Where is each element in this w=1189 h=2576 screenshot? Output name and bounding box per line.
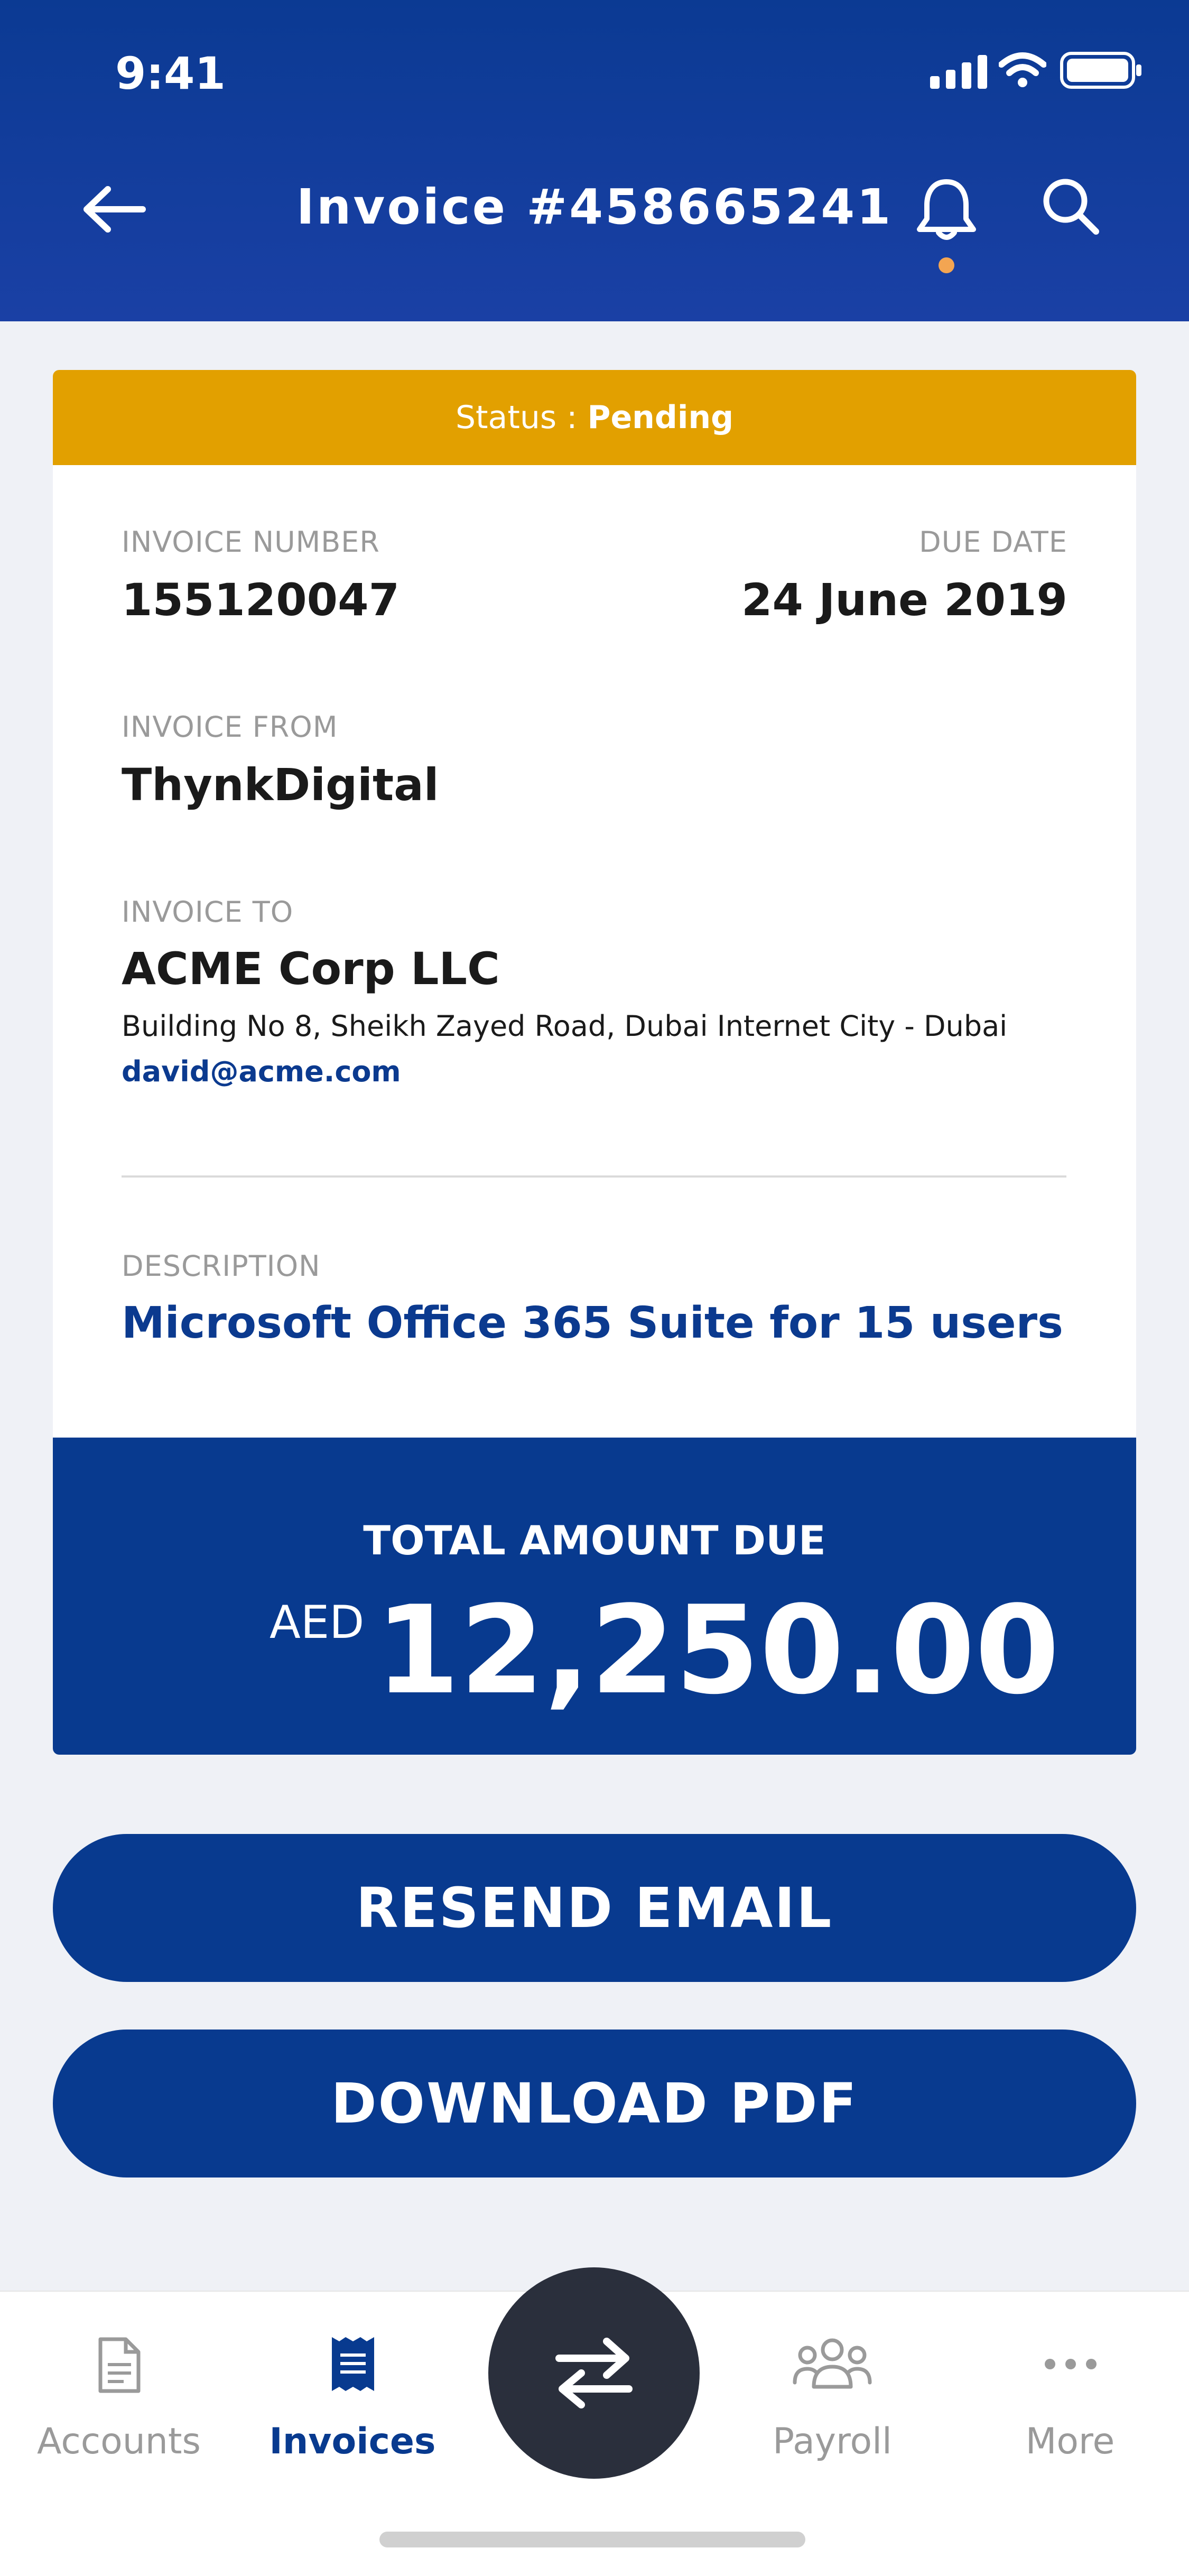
invoice-number-label: INVOICE NUMBER bbox=[122, 525, 380, 559]
invoice-from-value: ThynkDigital bbox=[122, 759, 439, 811]
battery-icon bbox=[1060, 52, 1141, 89]
transfer-icon[interactable] bbox=[552, 2336, 636, 2410]
invoice-to-label: INVOICE TO bbox=[122, 895, 294, 929]
due-date-value: 24 June 2019 bbox=[741, 574, 1067, 626]
search-icon[interactable] bbox=[1039, 174, 1102, 238]
description-value: Microsoft Office 365 Suite for 15 users bbox=[122, 1298, 1063, 1348]
invoice-from-label: INVOICE FROM bbox=[122, 710, 338, 744]
divider bbox=[122, 1175, 1066, 1178]
page-title: Invoice #458665241 bbox=[296, 179, 893, 235]
wifi-icon bbox=[999, 52, 1046, 87]
status-time: 9:41 bbox=[115, 48, 226, 99]
more-icon[interactable] bbox=[1043, 2357, 1098, 2371]
document-icon[interactable] bbox=[97, 2336, 142, 2394]
download-pdf-button[interactable]: DOWNLOAD PDF bbox=[53, 2030, 1136, 2177]
home-indicator bbox=[379, 2532, 805, 2547]
status-label: Status : bbox=[455, 399, 588, 436]
invoice-card: Status : Pending INVOICE NUMBER 15512004… bbox=[53, 370, 1136, 1755]
total-amount-panel: TOTAL AMOUNT DUE AED 12,250.00 bbox=[53, 1438, 1136, 1755]
invoice-number-value: 155120047 bbox=[122, 574, 400, 626]
invoice-to-email[interactable]: david@acme.com bbox=[122, 1055, 401, 1088]
people-icon[interactable] bbox=[793, 2334, 872, 2392]
invoice-to-address: Building No 8, Sheikh Zayed Road, Dubai … bbox=[122, 1009, 1008, 1043]
tab-invoices[interactable]: Invoices bbox=[234, 2421, 471, 2462]
notification-dot bbox=[939, 257, 954, 273]
description-label: DESCRIPTION bbox=[122, 1249, 321, 1283]
receipt-icon[interactable] bbox=[329, 2334, 377, 2394]
notification-bell-icon[interactable] bbox=[912, 174, 981, 243]
cellular-signal-icon bbox=[930, 55, 987, 89]
status-banner: Status : Pending bbox=[53, 370, 1136, 465]
total-amount-label: TOTAL AMOUNT DUE bbox=[363, 1517, 826, 1564]
due-date-label: DUE DATE bbox=[919, 525, 1067, 559]
total-amount-value: 12,250.00 bbox=[375, 1580, 1060, 1721]
tab-payroll[interactable]: Payroll bbox=[713, 2421, 951, 2462]
currency-label: AED bbox=[270, 1596, 365, 1649]
status-value: Pending bbox=[587, 399, 734, 436]
resend-email-button[interactable]: RESEND EMAIL bbox=[53, 1834, 1136, 1982]
tab-more[interactable]: More bbox=[951, 2421, 1189, 2462]
invoice-to-name: ACME Corp LLC bbox=[122, 943, 500, 995]
tab-accounts[interactable]: Accounts bbox=[0, 2421, 238, 2462]
